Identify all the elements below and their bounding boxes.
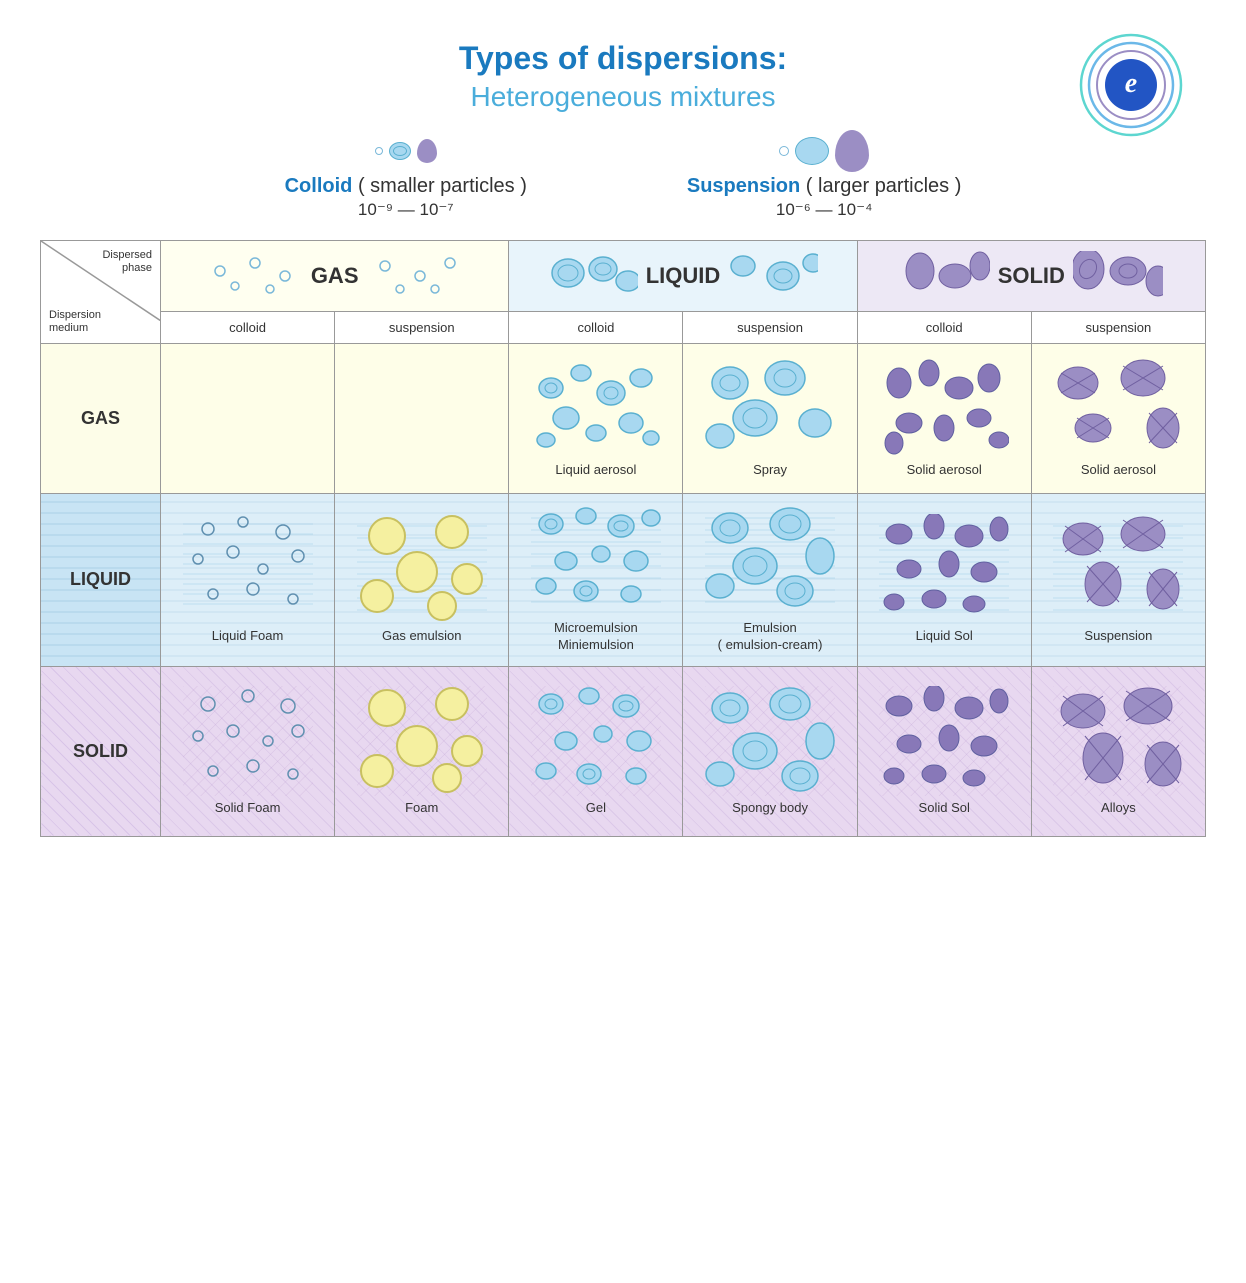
- spongy-body-cell: Spongy body: [683, 666, 857, 836]
- emulsion-cell: Emulsion( emulsion-cream): [683, 494, 857, 667]
- suspension-particle-2: [795, 137, 829, 165]
- liquid-header-text: LIQUID: [646, 263, 721, 289]
- dispersion-table: Dispersedphase Dispersionmedium GAS: [40, 240, 1206, 837]
- microemulsion-cell: MicroemulsionMiniemulsion: [509, 494, 683, 667]
- header-row-2: colloid suspension colloid suspension co…: [41, 312, 1206, 344]
- liquid-foam-name: Liquid Foam: [212, 628, 284, 645]
- emulsion-name: Emulsion( emulsion-cream): [718, 620, 823, 654]
- gas-header-text: GAS: [311, 263, 359, 289]
- colloid-range: 10⁻⁹ — 10⁻⁷: [285, 200, 527, 220]
- svg-text:e: e: [1125, 68, 1137, 99]
- solid-aerosol-suspension-name: Solid aerosol: [1081, 462, 1156, 479]
- foam-cell: Foam: [335, 666, 509, 836]
- colloid-particle-1: [375, 147, 383, 155]
- liquid-aerosol-name: Liquid aerosol: [555, 462, 636, 479]
- liquid-row-label: LIQUID: [41, 494, 161, 667]
- gas-header: GAS: [161, 241, 509, 312]
- solid-colloid-sub: colloid: [857, 312, 1031, 344]
- solid-sol-cell: Solid Sol: [857, 666, 1031, 836]
- suspension-liquid-name: Suspension: [1084, 628, 1152, 645]
- suspension-label: Suspension ( larger particles ): [687, 175, 962, 198]
- gas-gas-suspension-cell: [335, 344, 509, 494]
- gas-row-label: GAS: [41, 344, 161, 494]
- foam-name: Foam: [405, 800, 438, 817]
- liquid-colloid-sub: colloid: [509, 312, 683, 344]
- solid-row-label: SOLID: [41, 666, 161, 836]
- header-row-1: Dispersedphase Dispersionmedium GAS: [41, 241, 1206, 312]
- gel-cell: Gel: [509, 666, 683, 836]
- colloid-label: Colloid ( smaller particles ): [285, 175, 527, 198]
- suspension-range: 10⁻⁶ — 10⁻⁴: [687, 200, 962, 220]
- colloid-particle-2: [389, 142, 411, 160]
- gas-gas-colloid-cell: [161, 344, 335, 494]
- page-container: e Types of dispersions: Heterogeneous mi…: [0, 0, 1246, 877]
- colloid-block: Colloid ( smaller particles ) 10⁻⁹ — 10⁻…: [285, 133, 527, 220]
- spray-name: Spray: [753, 462, 787, 479]
- solid-foam-cell: Solid Foam: [161, 666, 335, 836]
- gas-row: GAS: [41, 344, 1206, 494]
- microemulsion-name: MicroemulsionMiniemulsion: [554, 620, 638, 654]
- suspension-particle-3: [835, 130, 869, 172]
- liquid-sol-name: Liquid Sol: [916, 628, 973, 645]
- types-row: Colloid ( smaller particles ) 10⁻⁹ — 10⁻…: [40, 133, 1206, 220]
- gas-emulsion-name: Gas emulsion: [382, 628, 461, 645]
- alloys-name: Alloys: [1101, 800, 1136, 817]
- dispersion-medium-label: Dispersionmedium: [49, 309, 101, 335]
- gas-suspension-sub: suspension: [335, 312, 509, 344]
- gas-emulsion-cell: Gas emulsion: [335, 494, 509, 667]
- liquid-foam-cell: Liquid Foam: [161, 494, 335, 667]
- liquid-suspension-sub: suspension: [683, 312, 857, 344]
- liquid-sol-cell: Liquid Sol: [857, 494, 1031, 667]
- suspension-block: Suspension ( larger particles ) 10⁻⁶ — 1…: [687, 133, 962, 220]
- title-section: Types of dispersions: Heterogeneous mixt…: [40, 40, 1206, 113]
- suspension-particle-1: [779, 146, 789, 156]
- solid-aerosol-suspension-cell: Solid aerosol: [1031, 344, 1205, 494]
- solid-foam-name: Solid Foam: [215, 800, 281, 817]
- logo: e: [1076, 30, 1186, 140]
- solid-suspension-sub: suspension: [1031, 312, 1205, 344]
- liquid-row: LIQUID: [41, 494, 1206, 667]
- main-title: Types of dispersions:: [40, 40, 1206, 77]
- colloid-particle-3: [417, 139, 437, 163]
- solid-aerosol-colloid-name: Solid aerosol: [907, 462, 982, 479]
- gas-colloid-sub: colloid: [161, 312, 335, 344]
- dispersed-phase-label: Dispersedphase: [102, 249, 152, 275]
- spray-cell: Spray: [683, 344, 857, 494]
- colloid-particles: [285, 133, 527, 169]
- suspension-liquid-cell: Suspension: [1031, 494, 1205, 667]
- solid-header-text: SOLID: [998, 263, 1065, 289]
- alloys-cell: Alloys: [1031, 666, 1205, 836]
- liquid-aerosol-cell: Liquid aerosol: [509, 344, 683, 494]
- solid-aerosol-colloid-cell: Solid aerosol: [857, 344, 1031, 494]
- solid-header: SOLID: [857, 241, 1205, 312]
- diagonal-cell: Dispersedphase Dispersionmedium: [41, 241, 161, 344]
- solid-row: SOLID: [41, 666, 1206, 836]
- suspension-particles: [687, 133, 962, 169]
- gel-name: Gel: [586, 800, 606, 817]
- solid-sol-name: Solid Sol: [919, 800, 970, 817]
- sub-title: Heterogeneous mixtures: [40, 81, 1206, 113]
- spongy-body-name: Spongy body: [732, 800, 808, 817]
- liquid-header: LIQUID: [509, 241, 857, 312]
